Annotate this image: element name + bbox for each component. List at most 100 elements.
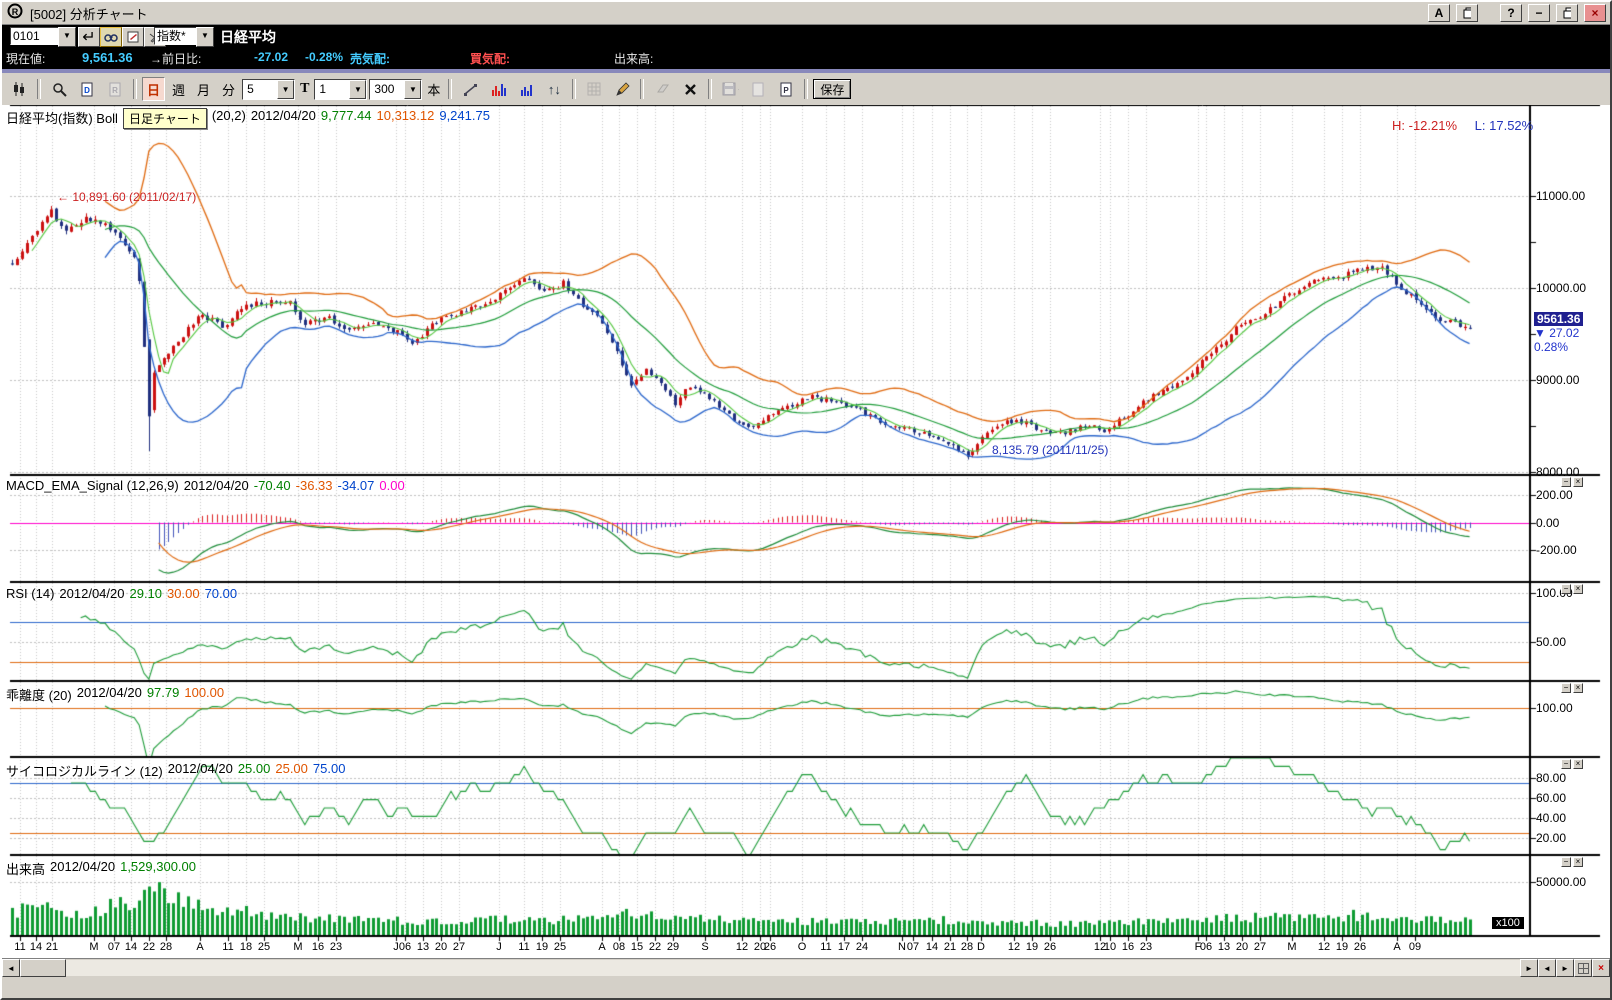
price-diff-badge: ▼ 27.02 xyxy=(1534,326,1579,340)
close-button[interactable]: × xyxy=(1584,4,1606,22)
x-axis-tick-label: 28 xyxy=(153,941,179,953)
quote-bar: ▼ ↵ 指数* ▼ 日経平均 現在値: 9,561.36 →前日比: -27.0… xyxy=(2,25,1610,69)
copy-window-button[interactable] xyxy=(1456,4,1478,22)
x-axis-tick-label: 23 xyxy=(1133,941,1159,953)
kairi-value: 97.79 xyxy=(147,685,180,704)
y-axis-label: 80.00 xyxy=(1536,771,1566,785)
minimize-button[interactable]: − xyxy=(1528,4,1550,22)
code-dropdown-button[interactable]: ▼ xyxy=(58,27,76,47)
panel-minimize-button[interactable]: − xyxy=(1561,477,1571,487)
scroll-right-button[interactable]: ► xyxy=(1520,959,1538,977)
save-button[interactable]: 保存 xyxy=(813,79,851,99)
page-right-button[interactable]: ► xyxy=(1556,959,1574,977)
chart-canvas[interactable] xyxy=(2,105,1610,958)
panel-close-button[interactable]: × xyxy=(1573,759,1583,769)
ask-label: 売気配: xyxy=(350,50,390,67)
interval-select[interactable]: 5 ▼ xyxy=(242,79,295,100)
current-price-badge: 9561.36 xyxy=(1534,312,1583,326)
eraser-icon[interactable] xyxy=(649,77,675,101)
rsi-title: RSI (14) xyxy=(6,586,54,601)
y-axis-label: 40.00 xyxy=(1536,811,1566,825)
period-minute-button[interactable]: 分 xyxy=(217,77,240,101)
period-day-button[interactable]: 日 xyxy=(142,77,165,101)
memo-button[interactable] xyxy=(122,27,144,47)
panel-close-button[interactable]: × xyxy=(1592,959,1610,977)
help-button[interactable]: ? xyxy=(1500,4,1522,22)
title-bar: R [5002] 分析チャート A ? − × xyxy=(2,2,1610,25)
updown-arrows-icon[interactable]: ↑↓ xyxy=(541,77,567,101)
scroll-left-button[interactable]: ◄ xyxy=(2,959,20,977)
chevron-down-icon[interactable]: ▼ xyxy=(349,80,366,99)
x-axis-tick-label: 21 xyxy=(39,941,65,953)
prev-diff-label: →前日比: xyxy=(150,50,201,67)
x-axis-tick-label: 25 xyxy=(251,941,277,953)
code-input[interactable] xyxy=(10,27,62,45)
enter-button[interactable]: ↵ xyxy=(78,27,100,47)
bars2-value: 300 xyxy=(370,82,404,96)
page-copy-icon[interactable] xyxy=(745,77,771,101)
restore-button[interactable] xyxy=(1556,4,1578,22)
bars1-value: 1 xyxy=(315,82,349,96)
svg-text:▼: ▼ xyxy=(737,88,739,95)
x-axis-tick-label: A xyxy=(187,941,213,953)
volume-histogram-icon[interactable] xyxy=(513,77,539,101)
page-r-icon[interactable]: R xyxy=(102,77,128,101)
zoom-icon[interactable] xyxy=(46,77,72,101)
main-date: 2012/04/20 xyxy=(251,108,316,129)
panel-close-button[interactable]: × xyxy=(1573,857,1583,867)
current-price-label: 現在値: xyxy=(6,50,45,67)
x-axis-tick-label: M xyxy=(1279,941,1305,953)
svg-text:D: D xyxy=(84,86,90,95)
period-month-button[interactable]: 月 xyxy=(192,77,215,101)
chevron-down-icon[interactable]: ▼ xyxy=(277,80,294,99)
panel-close-button[interactable]: × xyxy=(1573,477,1583,487)
grid-icon[interactable] xyxy=(581,77,607,101)
scrollbar-thumb[interactable] xyxy=(20,959,66,977)
x-axis-tick-label: J xyxy=(486,941,512,953)
chart-area: 日経平均(指数) Boll 日足チャート (20,2) 2012/04/20 9… xyxy=(2,105,1610,958)
binoculars-button[interactable] xyxy=(100,27,122,47)
panel-minimize-button[interactable]: − xyxy=(1561,759,1571,769)
new-page-icon[interactable]: D xyxy=(74,77,100,101)
main-title: 日経平均(指数) Boll xyxy=(6,108,118,129)
kairi-panel-header: 乖離度 (20) 2012/04/20 97.79 100.00 xyxy=(6,685,224,704)
panel-minimize-button[interactable]: − xyxy=(1561,584,1571,594)
panel-close-button[interactable]: × xyxy=(1573,584,1583,594)
volume-label: 出来高: xyxy=(614,50,653,67)
bars2-select[interactable]: 300 ▼ xyxy=(369,79,422,100)
layout-grid-button[interactable] xyxy=(1574,959,1592,977)
candlestick-chart-icon[interactable] xyxy=(6,77,32,101)
y-axis-label: 10000.00 xyxy=(1536,281,1586,295)
y-axis-label: 0.00 xyxy=(1536,516,1559,530)
current-price-value: 9,561.36 xyxy=(82,50,133,65)
page-paste-icon[interactable]: P xyxy=(773,77,799,101)
bars1-select[interactable]: 1 ▼ xyxy=(314,79,367,100)
panel-minimize-button[interactable]: − xyxy=(1561,683,1571,693)
x-axis-tick-label: 25 xyxy=(547,941,573,953)
page-left-button[interactable]: ◄ xyxy=(1538,959,1556,977)
indicator-histogram-icon[interactable] xyxy=(485,77,511,101)
category-dropdown-button[interactable]: ▼ xyxy=(196,27,214,47)
font-button[interactable]: A xyxy=(1428,4,1450,22)
volume-date: 2012/04/20 xyxy=(50,859,115,878)
pencil-icon[interactable] xyxy=(609,77,635,101)
delete-x-icon[interactable] xyxy=(677,77,703,101)
y-axis-label: 20.00 xyxy=(1536,831,1566,845)
panel-minimize-button[interactable]: − xyxy=(1561,857,1571,867)
y-axis-label: 11000.00 xyxy=(1536,189,1585,203)
save-template-icon[interactable]: ▼ xyxy=(717,77,743,101)
y-axis-label: 200.00 xyxy=(1536,488,1573,502)
chevron-down-icon[interactable]: ▼ xyxy=(404,80,421,99)
psychological-value: 25.00 xyxy=(238,761,271,780)
x-axis-tick-label: S xyxy=(692,941,718,953)
trendline-icon[interactable] xyxy=(457,77,483,101)
x-axis-tick-label: D xyxy=(968,941,994,953)
scrollbar-track[interactable] xyxy=(66,960,1520,976)
horizontal-scrollbar: ◄ ► ◄ ► × xyxy=(2,958,1610,977)
boll-mid-value: 9,777.44 xyxy=(321,108,372,129)
category-select[interactable]: 指数* xyxy=(154,27,200,45)
macd-value: -70.40 xyxy=(254,478,291,493)
macd-signal-value: -36.33 xyxy=(296,478,333,493)
period-week-button[interactable]: 週 xyxy=(167,77,190,101)
panel-close-button[interactable]: × xyxy=(1573,683,1583,693)
